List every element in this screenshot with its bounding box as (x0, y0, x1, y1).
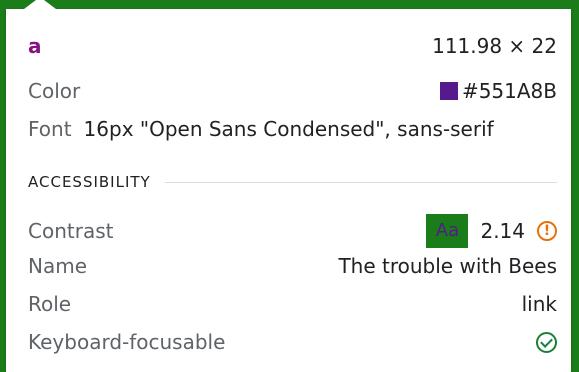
role-row: Role link (28, 291, 557, 317)
role-label: Role (28, 292, 72, 316)
name-value: The trouble with Bees (338, 254, 557, 278)
font-label: Font (28, 117, 72, 141)
font-row: Font 16px "Open Sans Condensed", sans-se… (28, 116, 557, 142)
inspect-tooltip: a 111.98 × 22 Color #551A8B Font 16px "O… (6, 0, 571, 372)
color-label: Color (28, 79, 81, 103)
font-value: 16px "Open Sans Condensed", sans-serif (83, 117, 494, 141)
element-tag: a (28, 34, 42, 58)
element-dimensions: 111.98 × 22 (432, 34, 557, 58)
element-header: a 111.98 × 22 (28, 33, 557, 59)
role-value: link (521, 292, 557, 316)
check-circle-icon (536, 331, 557, 353)
color-swatch (439, 82, 458, 100)
keyboard-focusable-label: Keyboard-focusable (28, 330, 226, 354)
accessibility-heading: ACCESSIBILITY (28, 173, 151, 191)
name-row: Name The trouble with Bees (28, 253, 557, 279)
contrast-value-wrap: Aa 2.14 ! (426, 214, 557, 248)
keyboard-focusable-row: Keyboard-focusable (28, 329, 557, 355)
contrast-row: Contrast Aa 2.14 ! (28, 214, 557, 248)
section-divider (164, 181, 557, 183)
accessibility-section-heading: ACCESSIBILITY (28, 173, 557, 191)
color-value-wrap: #551A8B (439, 78, 557, 104)
warning-icon: ! (537, 221, 557, 241)
contrast-label: Contrast (28, 219, 114, 243)
color-value: #551A8B (461, 79, 557, 103)
color-row: Color #551A8B (28, 78, 557, 104)
contrast-ratio: 2.14 (480, 219, 525, 243)
name-label: Name (28, 254, 88, 278)
contrast-sample: Aa (426, 214, 469, 248)
tooltip-arrow (24, 0, 56, 9)
